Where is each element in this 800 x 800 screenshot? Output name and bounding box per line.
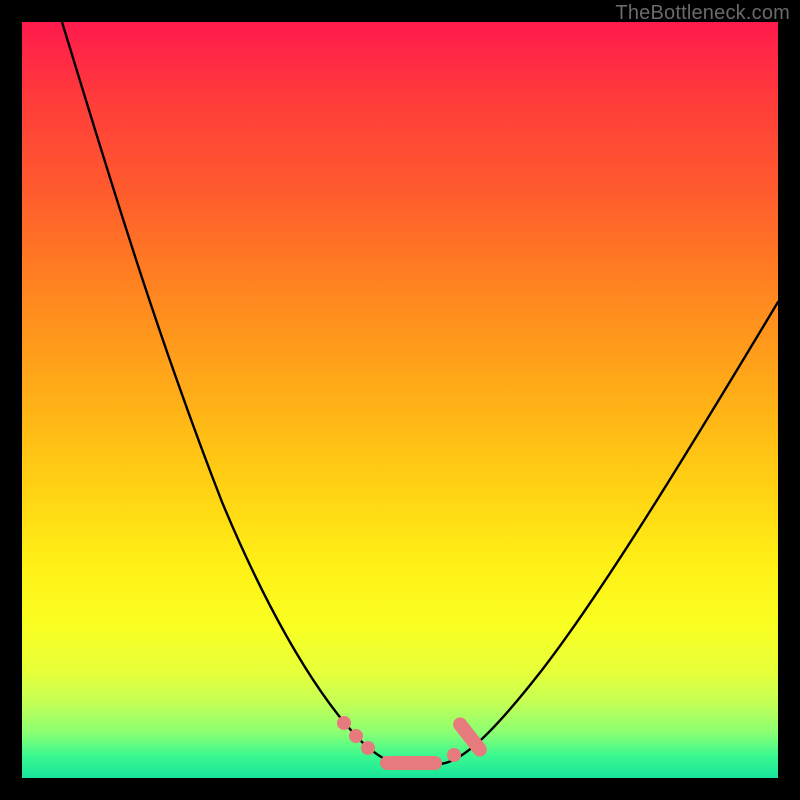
chart-frame: TheBottleneck.com <box>0 0 800 800</box>
marker-right-dot <box>447 748 461 762</box>
curve-left-branch <box>62 22 400 764</box>
marker-left-dot-2 <box>349 729 363 743</box>
marker-valley-bar <box>380 756 442 770</box>
curve-right-branch <box>440 302 778 764</box>
marker-left-dot-3 <box>361 741 375 755</box>
plot-area <box>22 22 778 778</box>
marker-left-dot-1 <box>337 716 351 730</box>
chart-svg <box>22 22 778 778</box>
